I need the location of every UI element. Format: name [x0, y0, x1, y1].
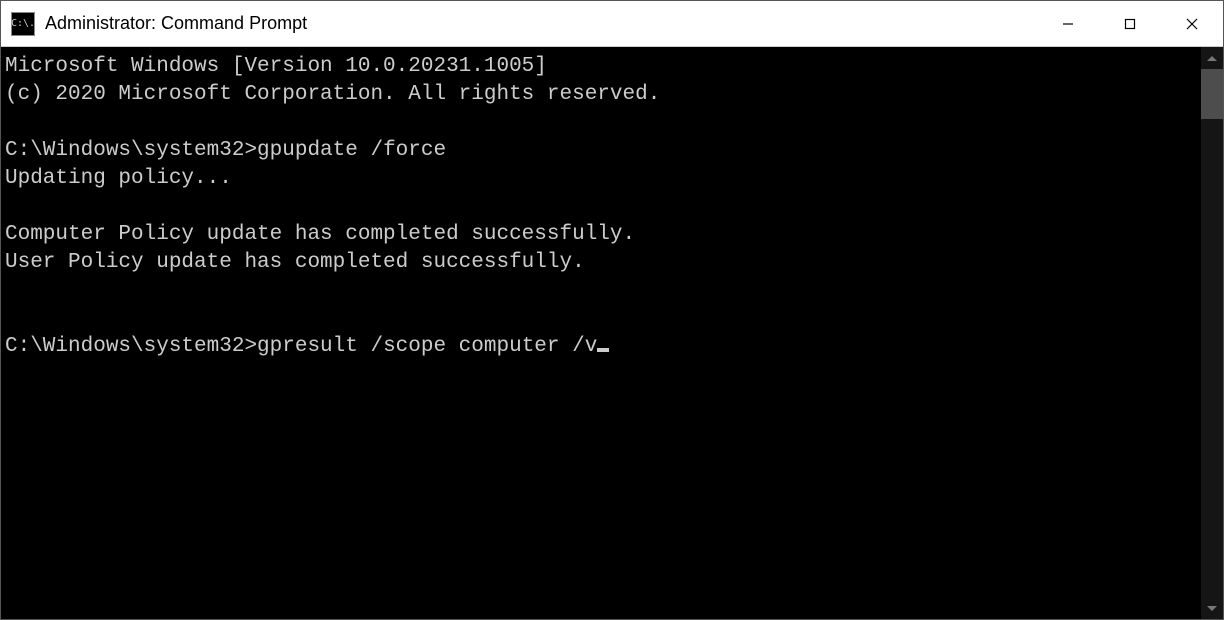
output-user-policy: User Policy update has completed success…: [5, 251, 585, 274]
maximize-button[interactable]: [1099, 1, 1161, 46]
banner-line-1: Microsoft Windows [Version 10.0.20231.10…: [5, 55, 547, 78]
window-title: Administrator: Command Prompt: [45, 13, 1037, 34]
terminal-output[interactable]: Microsoft Windows [Version 10.0.20231.10…: [1, 47, 1201, 619]
minimize-button[interactable]: [1037, 1, 1099, 46]
text-cursor: [597, 348, 609, 352]
scrollbar[interactable]: [1201, 47, 1223, 619]
output-computer-policy: Computer Policy update has completed suc…: [5, 223, 635, 246]
output-updating: Updating policy...: [5, 167, 232, 190]
command-1: gpupdate /force: [257, 139, 446, 162]
cmd-icon: C:\.: [11, 12, 35, 36]
scrollbar-up-button[interactable]: [1201, 47, 1223, 69]
window-controls: [1037, 1, 1223, 46]
close-button[interactable]: [1161, 1, 1223, 46]
prompt-1: C:\Windows\system32>: [5, 139, 257, 162]
banner-line-2: (c) 2020 Microsoft Corporation. All righ…: [5, 83, 660, 106]
scrollbar-down-button[interactable]: [1201, 597, 1223, 619]
titlebar[interactable]: C:\. Administrator: Command Prompt: [1, 1, 1223, 47]
command-2: gpresult /scope computer /v: [257, 335, 597, 358]
terminal-area: Microsoft Windows [Version 10.0.20231.10…: [1, 47, 1223, 619]
prompt-2: C:\Windows\system32>: [5, 335, 257, 358]
scrollbar-thumb[interactable]: [1201, 69, 1223, 119]
